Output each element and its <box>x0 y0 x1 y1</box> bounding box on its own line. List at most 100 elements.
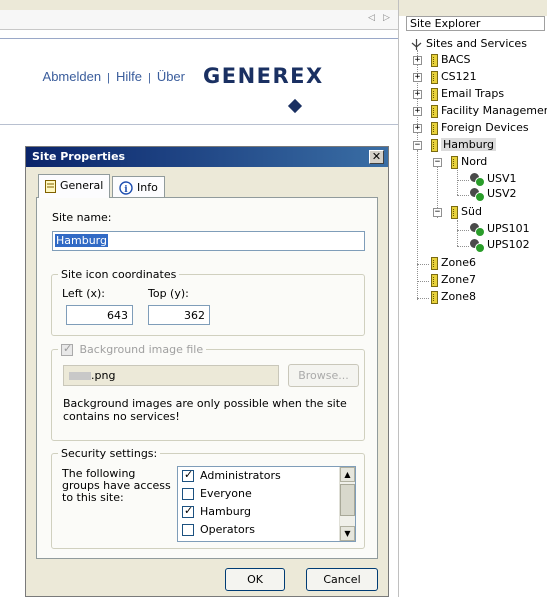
tree-node-bacs[interactable]: + BACS <box>413 53 471 70</box>
arrow-right-icon[interactable]: ▷ <box>383 13 390 23</box>
site-icon <box>431 256 438 270</box>
tree-node-email-traps[interactable]: + Email Traps <box>413 87 504 104</box>
site-icon <box>431 87 438 101</box>
help-link[interactable]: Hilfe <box>116 69 142 84</box>
coordinates-group: Site icon coordinates Left (x): 643 Top … <box>51 268 365 336</box>
collapse-icon[interactable]: − <box>433 158 442 167</box>
site-explorer-panel: Site Explorer Sites and Services + BACS … <box>398 0 547 597</box>
tree-node-facility-management[interactable]: + Facility Managemer <box>413 104 547 121</box>
groups-scrollbar[interactable]: ▲ ▼ <box>339 467 355 541</box>
site-name-label: Site name: <box>52 211 112 224</box>
tree-node-label: USV1 <box>487 172 517 185</box>
expand-icon[interactable]: + <box>413 107 422 116</box>
site-icon <box>431 104 438 118</box>
site-icon <box>451 155 458 169</box>
collapse-icon[interactable]: − <box>433 208 442 217</box>
group-item-administrators[interactable]: Administrators <box>182 468 281 487</box>
tree-line <box>417 150 418 300</box>
background-image-checkbox[interactable] <box>61 342 73 356</box>
ups-icon <box>470 187 485 202</box>
site-name-input[interactable]: Hamburg <box>52 231 365 251</box>
ups-icon <box>470 172 485 187</box>
group-checkbox[interactable] <box>182 468 194 482</box>
arrow-left-icon[interactable]: ◁ <box>368 13 375 23</box>
security-settings-title: Security settings: <box>58 447 161 460</box>
group-checkbox[interactable] <box>182 488 194 500</box>
tree-node-label: UPS101 <box>487 222 530 235</box>
tab-general[interactable]: General <box>38 174 111 198</box>
browse-button[interactable]: Browse... <box>288 364 359 387</box>
scroll-down-icon[interactable]: ▼ <box>340 526 355 541</box>
tree-node-label: Email Traps <box>441 87 505 100</box>
group-item-everyone[interactable]: Everyone <box>182 487 252 505</box>
dialog-title: Site Properties <box>32 150 126 163</box>
tree-node-label: Foreign Devices <box>441 121 529 134</box>
background-image-label: Background image file <box>79 343 204 356</box>
tree-line <box>417 298 429 299</box>
about-link[interactable]: Über <box>157 69 185 84</box>
tree-node-label: Süd <box>461 205 482 218</box>
top-strip <box>0 0 398 10</box>
site-icon <box>431 53 438 67</box>
ok-button[interactable]: OK <box>225 568 285 591</box>
tree-root[interactable]: Sites and Services <box>410 37 527 54</box>
tree-node-zone7[interactable]: Zone7 <box>431 273 476 290</box>
left-x-input[interactable]: 643 <box>66 305 133 325</box>
tree-node-ups102[interactable]: UPS102 <box>470 238 530 255</box>
tree-node-ups101[interactable]: UPS101 <box>470 222 530 239</box>
group-item-hamburg[interactable]: Hamburg <box>182 504 251 523</box>
group-label: Administrators <box>200 469 281 482</box>
tree-line <box>417 281 429 282</box>
dialog-titlebar[interactable]: Site Properties ✕ <box>26 147 388 167</box>
tree-node-label: Zone6 <box>441 256 477 269</box>
expand-icon[interactable]: + <box>413 73 422 82</box>
close-icon[interactable]: ✕ <box>369 150 384 164</box>
expand-icon[interactable]: + <box>413 124 422 133</box>
tree-node-nord[interactable]: − Nord <box>433 155 487 172</box>
nav-arrows-bar: ◁ ▷ <box>0 10 398 30</box>
tree-root-label: Sites and Services <box>426 37 527 50</box>
tree-line <box>457 195 469 196</box>
group-label: Hamburg <box>200 505 251 518</box>
tree-node-foreign-devices[interactable]: + Foreign Devices <box>413 121 529 138</box>
tab-info-label: Info <box>137 181 158 194</box>
group-checkbox[interactable] <box>182 524 194 536</box>
ups-icon <box>470 238 485 253</box>
tree-line <box>457 170 458 195</box>
security-settings-group: Security settings: The following groups … <box>51 447 365 549</box>
site-icon <box>431 70 438 84</box>
general-tab-panel: Site name: Hamburg Site icon coordinates… <box>36 197 378 559</box>
background-file-value: .png <box>91 369 116 382</box>
groups-listbox[interactable]: Administrators Everyone Hamburg Operator… <box>177 466 356 542</box>
tree-node-usv2[interactable]: USV2 <box>470 187 517 204</box>
tree-node-sud[interactable]: − Süd <box>433 205 482 222</box>
tab-info[interactable]: i Info <box>112 176 165 198</box>
svg-text:i: i <box>124 185 128 195</box>
logout-link[interactable]: Abmelden <box>43 69 102 84</box>
site-name-value: Hamburg <box>55 234 108 247</box>
tree-node-label: UPS102 <box>487 238 530 251</box>
tree-node-zone8[interactable]: Zone8 <box>431 290 476 307</box>
site-icon <box>431 290 438 304</box>
collapse-icon[interactable]: − <box>413 141 422 150</box>
background-note: Background images are only possible when… <box>63 397 347 423</box>
expand-icon[interactable]: + <box>413 90 422 99</box>
expand-icon[interactable]: + <box>413 56 422 65</box>
tree-node-zone6[interactable]: Zone6 <box>431 256 476 273</box>
group-label: Everyone <box>200 487 252 500</box>
scroll-thumb[interactable] <box>340 484 355 516</box>
tree-line <box>457 220 458 246</box>
tree-line <box>457 180 469 181</box>
tree-node-cs121[interactable]: + CS121 <box>413 70 477 87</box>
cancel-button[interactable]: Cancel <box>306 568 378 591</box>
scroll-up-icon[interactable]: ▲ <box>340 467 355 482</box>
group-item-operators[interactable]: Operators <box>182 523 255 541</box>
tree-node-hamburg[interactable]: − Hamburg <box>413 138 496 155</box>
info-icon: i <box>119 181 133 195</box>
security-description: The following groups have access to this… <box>62 467 171 504</box>
group-checkbox[interactable] <box>182 504 194 518</box>
site-icon <box>431 138 438 152</box>
tree-node-label: USV2 <box>487 187 517 200</box>
top-y-input[interactable]: 362 <box>148 305 210 325</box>
coordinates-group-title: Site icon coordinates <box>58 268 180 281</box>
